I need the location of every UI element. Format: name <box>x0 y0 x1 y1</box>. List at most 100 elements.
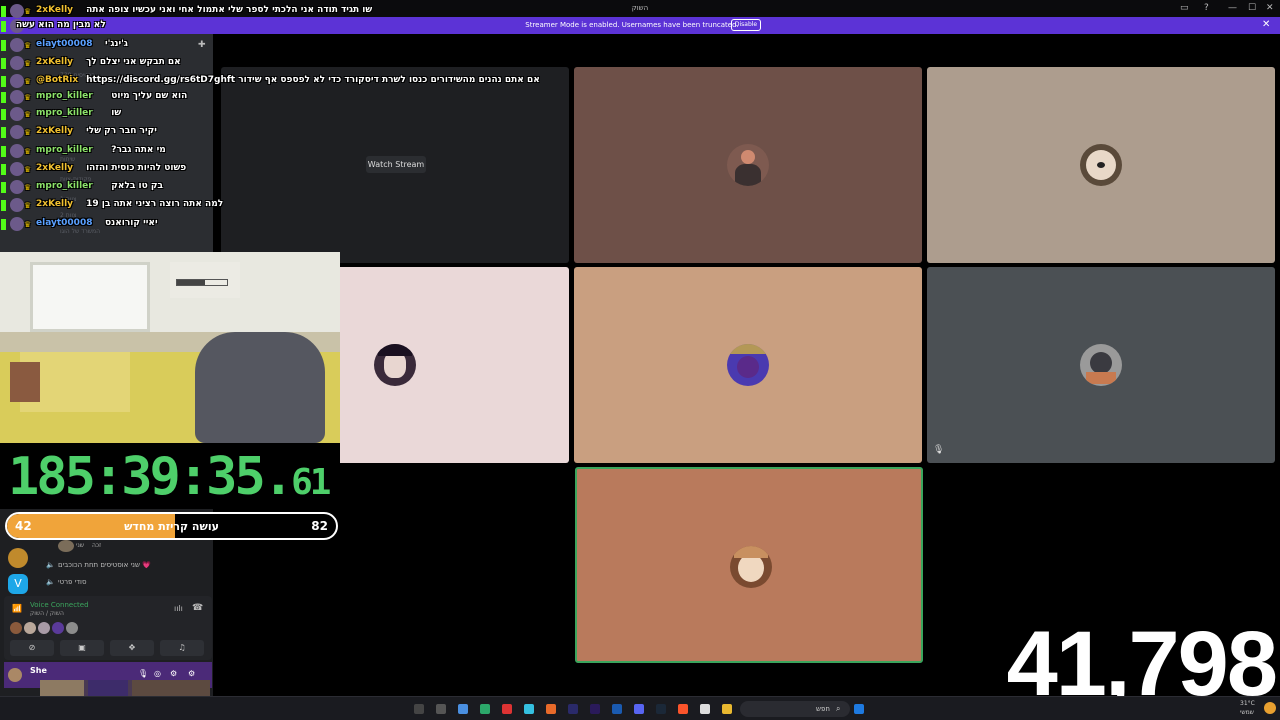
weather-temp[interactable]: 31°C <box>1240 700 1255 707</box>
chat-username[interactable]: mpro_killer <box>36 181 93 191</box>
server-icon-v[interactable]: V <box>8 574 28 594</box>
avatar <box>38 622 50 634</box>
taskbar-search[interactable]: חפש ⌕ <box>740 701 850 717</box>
chat-username[interactable]: 2xKelly <box>36 199 73 209</box>
crown-icon: ♛ <box>24 59 32 68</box>
signal-icon: 📶 <box>12 604 22 613</box>
start-icon[interactable] <box>854 704 864 714</box>
premiere-icon[interactable] <box>590 704 600 714</box>
kick-badge-icon <box>1 76 6 87</box>
window-title: השוק <box>631 4 649 12</box>
participant-avatar <box>727 344 769 386</box>
brave-icon[interactable] <box>678 704 688 714</box>
soundboard-button[interactable]: ♫ <box>160 640 204 656</box>
chat-username[interactable]: 2xKelly <box>36 163 73 173</box>
gear-icon[interactable]: ⚙ <box>188 669 195 678</box>
chat-text: ג'ינג'י <box>105 39 128 49</box>
chat-text: אם אתם נהנים מהשידורים כנסו לשרת דיסקורד… <box>86 75 540 85</box>
crown-icon: ♛ <box>24 41 32 50</box>
chat-message: ♛ mpro_killer מי אתה גבר? <box>0 143 340 160</box>
participant-avatar <box>1080 344 1122 386</box>
screen-share-button[interactable]: ▣ <box>60 640 104 656</box>
chat-username[interactable]: 2xKelly <box>36 57 73 67</box>
voice-channel-item[interactable]: שני אוסטיסים תחת הכוכבים 💗 <box>58 561 151 569</box>
chat-avatar <box>10 38 24 52</box>
video-tile[interactable] <box>927 67 1275 263</box>
chat-avatar <box>10 217 24 231</box>
chat-text: שו תגיד תודה אני הלכתי לספר שלי אתמול אח… <box>86 5 373 15</box>
goal-label: עושה קריזת מחדש <box>124 520 219 533</box>
chat-username[interactable]: elayt00008 <box>36 218 92 228</box>
chat-username[interactable]: mpro_killer <box>36 91 93 101</box>
kick-badge-icon <box>1 182 6 193</box>
crown-icon: ♛ <box>24 220 32 229</box>
clock[interactable]: שמשי <box>1240 709 1254 716</box>
voice-status[interactable]: Voice Connected <box>30 601 89 609</box>
server-icon[interactable] <box>8 548 28 568</box>
chat-text: למה אתה רוצה רציני אתה בן 19 <box>86 199 224 209</box>
app-icon[interactable] <box>502 704 512 714</box>
mic-icon[interactable]: 🎙 <box>138 669 148 678</box>
chat-avatar <box>10 74 24 88</box>
kick-badge-icon <box>1 58 6 69</box>
video-tile-speaking[interactable] <box>575 467 923 663</box>
after-effects-icon[interactable] <box>568 704 578 714</box>
voice-connected-panel: 📶 Voice Connected השוק / השוק ıılı ☎ ⊘ ▣… <box>4 596 212 660</box>
app-icon[interactable] <box>546 704 556 714</box>
close-window-button[interactable]: ✕ <box>1266 3 1274 13</box>
app-icon[interactable] <box>480 704 490 714</box>
inbox-icon[interactable]: ▭ <box>1180 3 1189 13</box>
disconnect-icon[interactable]: ☎ <box>192 603 203 613</box>
notification-icon[interactable] <box>1264 702 1276 714</box>
kick-badge-icon <box>1 40 6 51</box>
voice-member-name[interactable]: שני <box>76 542 84 549</box>
help-icon[interactable]: ? <box>1204 3 1209 13</box>
crown-icon: ♛ <box>24 110 32 119</box>
photoshop-icon[interactable] <box>612 704 622 714</box>
video-tile[interactable]: 🎙 <box>927 267 1275 463</box>
chat-username[interactable]: elayt00008 <box>36 39 92 49</box>
username[interactable]: She <box>30 666 47 675</box>
minimize-button[interactable]: — <box>1228 3 1237 13</box>
voice-server[interactable]: השוק / השוק <box>30 610 64 617</box>
chat-username[interactable]: mpro_killer <box>36 145 93 155</box>
voice-member-name[interactable]: זכה <box>92 542 101 549</box>
chat-text: בק טו בלאק <box>111 181 163 191</box>
settings-icon[interactable]: ⚙ <box>170 669 177 678</box>
app-icon[interactable] <box>700 704 710 714</box>
voice-channel-item[interactable]: סודי פרטי <box>58 578 87 586</box>
steam-icon[interactable] <box>656 704 666 714</box>
chat-message: ♛ elayt00008 ג'ינג'י <box>0 37 340 54</box>
disable-streamer-mode-button[interactable]: Disable <box>731 19 761 31</box>
headphones-icon[interactable]: ◎ <box>154 669 161 678</box>
banner-close-icon[interactable]: ✕ <box>1262 19 1270 30</box>
avatar <box>10 622 22 634</box>
terminal-icon[interactable] <box>436 704 446 714</box>
muted-mic-icon: 🎙 <box>933 445 945 455</box>
kick-badge-icon <box>1 127 6 138</box>
camera-off-button[interactable]: ⊘ <box>10 640 54 656</box>
app-icon[interactable] <box>524 704 534 714</box>
avatar[interactable] <box>8 668 22 682</box>
discord-icon[interactable] <box>634 704 644 714</box>
kick-badge-icon <box>1 164 6 175</box>
activities-button[interactable]: ✥ <box>110 640 154 656</box>
chat-text: יאיי קורואנס <box>105 218 158 228</box>
video-tile[interactable] <box>574 267 922 463</box>
chat-username[interactable]: 2xKelly <box>36 126 73 136</box>
kick-badge-icon <box>1 146 6 157</box>
chat-message: לא מבין מה הוא עשה <box>0 18 340 35</box>
app-icon[interactable] <box>458 704 468 714</box>
avatar <box>52 622 64 634</box>
watch-stream-button[interactable]: Watch Stream <box>366 156 426 173</box>
widgets-icon[interactable] <box>414 704 424 714</box>
chat-username[interactable]: mpro_killer <box>36 108 93 118</box>
maximize-button[interactable]: ☐ <box>1248 3 1256 13</box>
chat-avatar <box>10 198 24 212</box>
chat-username[interactable]: 2xKelly <box>36 5 73 15</box>
video-tile[interactable] <box>574 67 922 263</box>
folder-icon[interactable] <box>722 704 732 714</box>
chat-username[interactable]: @BotRix <box>36 75 78 85</box>
chat-message: ♛ mpro_killer הוא שם עליך מיוט <box>0 89 340 106</box>
noise-suppression-icon[interactable]: ıılı <box>174 604 183 613</box>
